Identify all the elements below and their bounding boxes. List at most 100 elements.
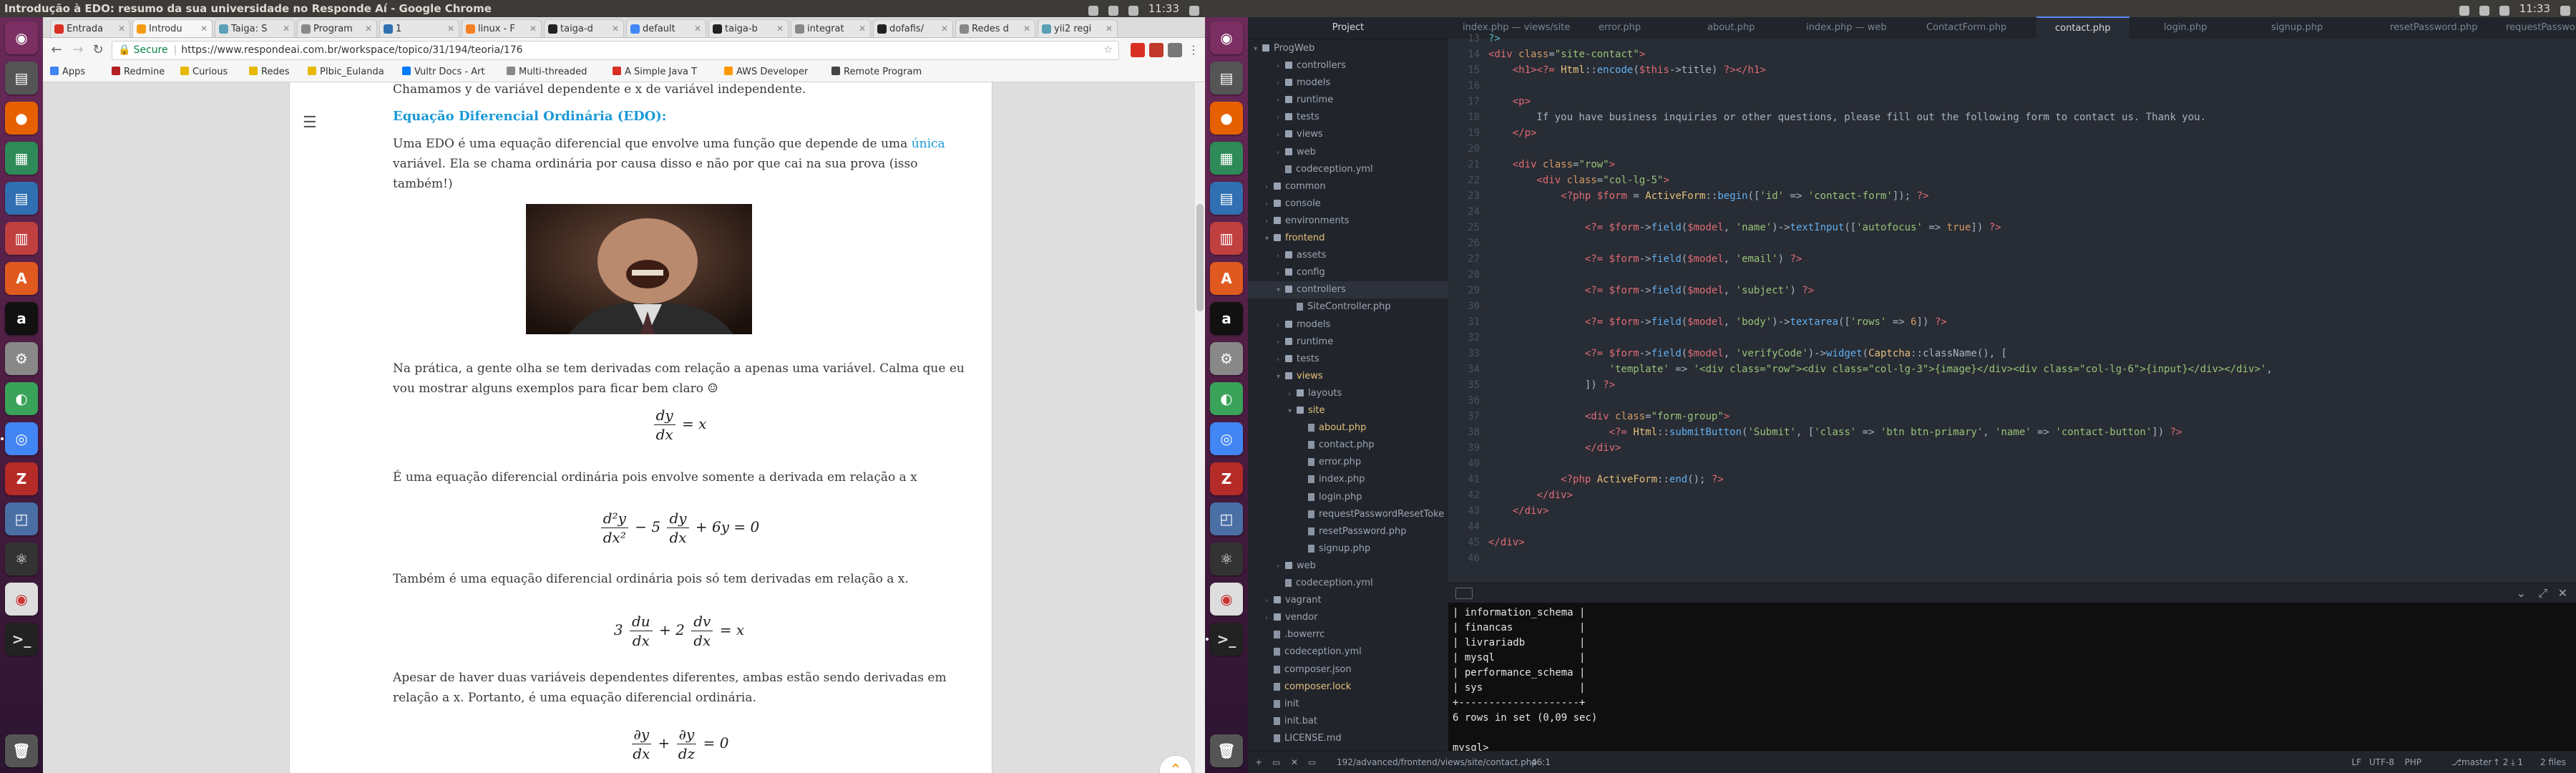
tree-item[interactable]: login.php (1299, 489, 1362, 506)
extension-icon[interactable] (1168, 43, 1182, 57)
ubuntu-dash-icon[interactable]: ◉ (1210, 21, 1243, 54)
tree-item[interactable]: ▾ site (1288, 402, 1324, 419)
editor-tab[interactable]: login.php (2164, 17, 2207, 39)
tree-item[interactable]: ▾ controllers (1248, 281, 1448, 299)
android-studio-icon[interactable]: ◐ (1210, 382, 1243, 415)
clock[interactable]: 11:33 (1148, 0, 1179, 17)
android-studio-icon[interactable]: ◐ (5, 382, 38, 415)
browser-tab[interactable]: Taiga: S ✕ (215, 19, 295, 37)
files-icon[interactable]: ▤ (1210, 62, 1243, 94)
tree-item[interactable]: › vendor (1265, 609, 1317, 626)
scroll-top-button[interactable]: ⌃ (1159, 755, 1192, 773)
grammar[interactable]: PHP (2405, 752, 2422, 773)
menu-icon[interactable]: ⋮ (1186, 43, 1201, 57)
tree-item[interactable]: .bowerrc (1265, 626, 1324, 643)
editor-tab-active[interactable]: contact.php (2036, 16, 2129, 39)
terminal-icon[interactable]: >_ (1210, 623, 1243, 656)
tree-item[interactable]: › tests (1277, 351, 1319, 368)
atom-icon[interactable]: ⚛ (5, 543, 38, 575)
editor-tab[interactable]: about.php (1707, 17, 1755, 39)
dropbox-icon[interactable] (1088, 5, 1098, 16)
trash-icon[interactable]: 🗑 (5, 734, 38, 767)
terminal[interactable]: | information_schema | | financas | | li… (1448, 603, 2576, 754)
bookmark[interactable]: PIbic_Eulanda (308, 62, 384, 82)
eclipse-icon[interactable]: ◉ (1210, 583, 1243, 616)
tree-item[interactable]: codeception.yml (1277, 161, 1373, 178)
browser-tab[interactable]: Entrada ✕ (50, 19, 130, 37)
bookmark[interactable]: AWS Developer (724, 62, 808, 82)
close-icon[interactable]: ✕ (776, 20, 784, 37)
tree-item[interactable]: about.php (1299, 419, 1366, 437)
tree-item[interactable]: › layouts (1288, 385, 1342, 402)
hamburger-menu-icon[interactable]: ☰ (303, 114, 317, 132)
settings-icon[interactable]: ⚙ (1210, 342, 1243, 375)
screenshot-icon[interactable]: ◰ (5, 502, 38, 535)
cursor-position[interactable]: 46:1 (1531, 752, 1551, 773)
tree-item[interactable]: codeception.yml (1265, 643, 1362, 661)
tree-item[interactable]: composer.lock (1265, 679, 1351, 696)
dropbox-icon[interactable] (2459, 5, 2469, 16)
back-icon[interactable]: ← (49, 42, 64, 58)
indicators[interactable]: 11:33 (2459, 0, 2570, 17)
bookmark[interactable]: Remote Program (831, 62, 922, 82)
chevron-down-icon[interactable]: ⌄ (2517, 586, 2526, 600)
files-count[interactable]: 2 files (2540, 752, 2566, 773)
tree-item[interactable]: › common (1265, 178, 1326, 195)
tree-item[interactable]: › console (1265, 195, 1321, 213)
close-icon[interactable]: ✕ (694, 20, 701, 37)
extension-icon[interactable] (1149, 43, 1163, 57)
editor-tab[interactable]: error.php (1599, 17, 1641, 39)
settings-icon[interactable]: ⚙ (5, 342, 38, 375)
tree-item[interactable]: codeception.yml (1277, 575, 1373, 592)
screenshot-icon[interactable]: ◰ (1210, 502, 1243, 535)
tree-item[interactable]: LICENSE.md (1265, 730, 1342, 747)
close-icon[interactable]: ✕ (200, 20, 208, 37)
close-icon[interactable]: ✕ (1023, 20, 1030, 37)
editor-tab[interactable]: signup.php (2271, 17, 2323, 39)
tree-item[interactable]: › assets (1277, 247, 1326, 264)
tree-item[interactable]: ▾ views (1277, 368, 1323, 385)
atom-icon[interactable]: ⚛ (1210, 543, 1243, 575)
chrome-icon[interactable]: ◎ (1210, 422, 1243, 455)
calc-icon[interactable]: ▦ (1210, 142, 1243, 175)
browser-tab[interactable]: taiga-d ✕ (544, 19, 624, 37)
sound-icon[interactable] (2499, 5, 2509, 16)
tree-item[interactable]: › controllers (1277, 57, 1346, 74)
bookmark[interactable]: Redes (249, 62, 289, 82)
tree-item[interactable]: signup.php (1299, 540, 1370, 558)
maximize-icon[interactable]: ⤢ (2538, 586, 2547, 601)
browser-tab[interactable]: yii2 regi ✕ (1038, 19, 1118, 37)
close-icon[interactable]: ✕ (283, 20, 290, 37)
highlight-link[interactable]: única (912, 137, 945, 151)
amazon-icon[interactable]: a (1210, 302, 1243, 335)
browser-tab[interactable]: default ✕ (626, 19, 706, 37)
software-center-icon[interactable]: A (5, 262, 38, 295)
tree-item[interactable]: init (1265, 696, 1299, 713)
terminal-tab-icon[interactable]: ▭ (1308, 752, 1316, 773)
indicators[interactable]: 11:33 (1088, 0, 1199, 17)
line-ending[interactable]: LF (2351, 752, 2361, 773)
close-icon[interactable]: ✕ (1106, 20, 1113, 37)
address-bar[interactable]: 🔒 Secure | https://www.respondeai.com.br/wo… (112, 41, 1119, 60)
tree-item[interactable]: › runtime (1277, 92, 1333, 109)
firefox-icon[interactable]: ● (5, 102, 38, 135)
amazon-icon[interactable]: a (5, 302, 38, 335)
tree-root[interactable]: ▾ ProgWeb (1254, 40, 1314, 57)
browser-tab[interactable]: 1 ✕ (379, 19, 459, 37)
editor-tab[interactable]: requestPasswordReset (2506, 17, 2576, 39)
tree-item[interactable]: › web (1277, 558, 1316, 575)
tree-item[interactable]: › models (1277, 316, 1330, 334)
star-icon[interactable]: ☆ (1103, 42, 1113, 59)
close-icon[interactable]: ✕ (859, 20, 866, 37)
close-terminal-icon[interactable]: ✕ (1291, 752, 1298, 773)
git-status[interactable]: ↑ 2 ⤓ 1 (2493, 752, 2523, 773)
power-icon[interactable] (1189, 5, 1199, 16)
tree-item[interactable]: › views (1277, 126, 1323, 143)
terminal-toggle-icon[interactable]: ▭ (1272, 752, 1280, 773)
tree-item[interactable]: › web (1277, 144, 1316, 161)
tree-item[interactable]: requestPasswordResetToke (1299, 506, 1444, 523)
tree-item[interactable]: resetPassword.php (1299, 523, 1407, 540)
power-icon[interactable] (2560, 5, 2570, 16)
impress-icon[interactable]: ▥ (5, 222, 38, 255)
bookmark[interactable]: Multi-threaded (507, 62, 587, 82)
